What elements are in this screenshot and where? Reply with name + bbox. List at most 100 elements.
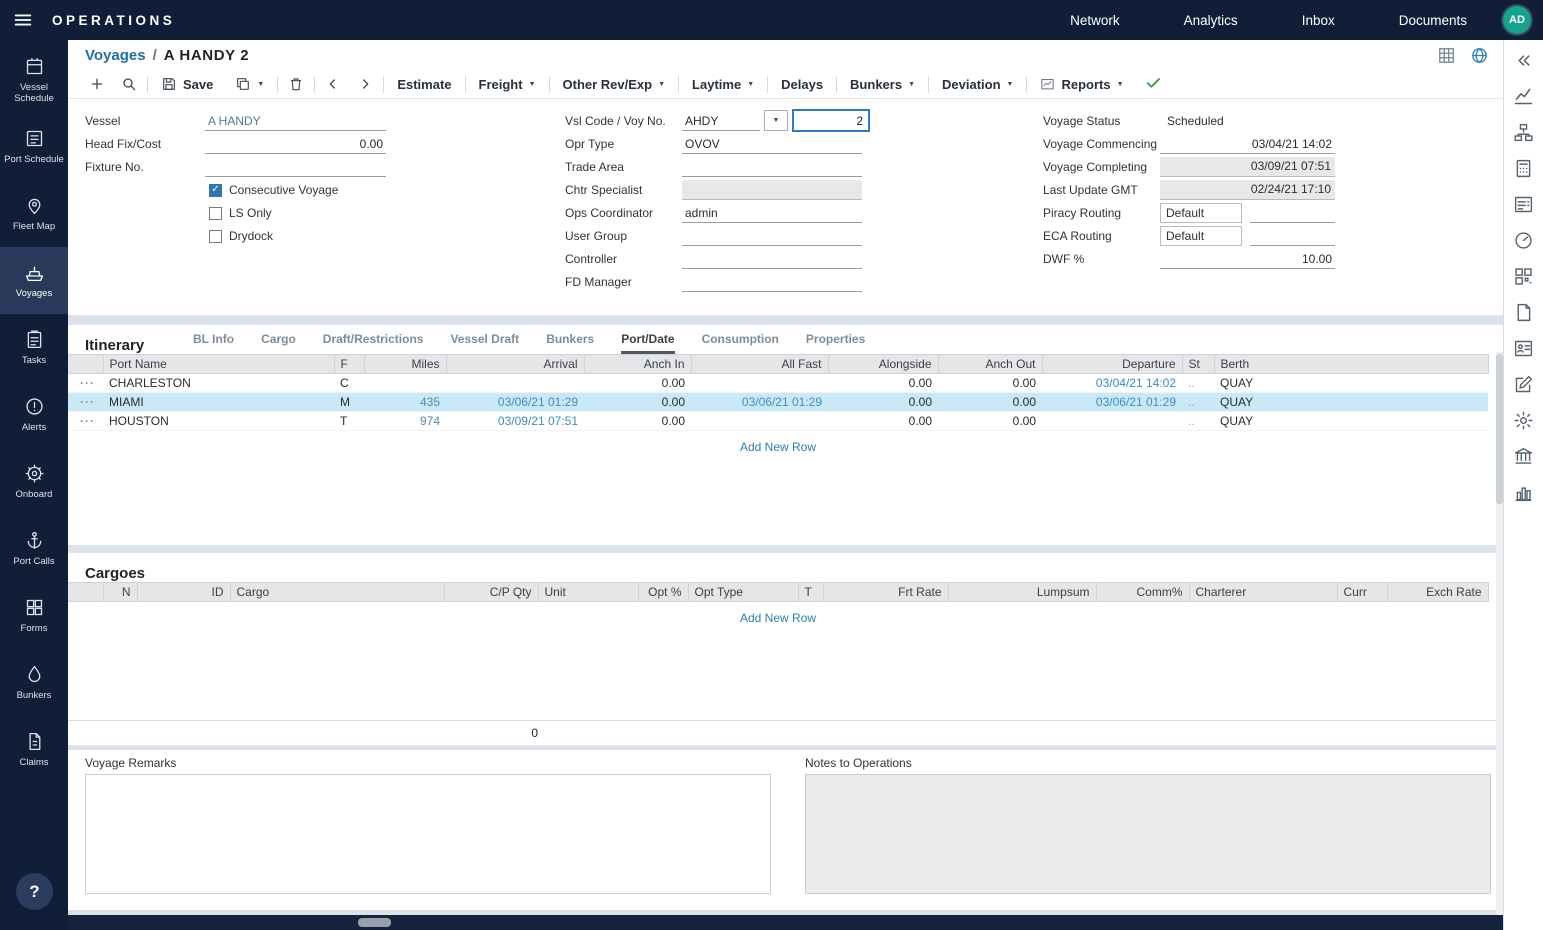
nav-analytics[interactable]: Analytics — [1184, 13, 1238, 28]
cell-berth[interactable]: QUAY — [1214, 374, 1488, 393]
cell-departure[interactable]: 03/04/21 14:02 — [1042, 374, 1182, 393]
bar-chart-icon[interactable] — [1513, 482, 1534, 503]
fixture-no-input[interactable] — [205, 157, 386, 177]
cell-anch-out[interactable]: 0.00 — [938, 374, 1042, 393]
cell-alongside[interactable]: 0.00 — [828, 412, 938, 431]
collapse-panel-icon[interactable] — [1513, 50, 1534, 71]
cell-port[interactable]: MIAMI — [103, 393, 334, 412]
contact-card-icon[interactable] — [1513, 338, 1534, 359]
sidebar-item-claims[interactable]: Claims — [0, 716, 68, 783]
piracy-routing-extra-input[interactable] — [1250, 203, 1335, 223]
globe-icon[interactable] — [1470, 46, 1489, 65]
voyage-no-input[interactable] — [792, 109, 870, 132]
tab-bunkers[interactable]: Bunkers — [546, 332, 594, 354]
cell-anch-out[interactable]: 0.00 — [938, 393, 1042, 412]
nav-network[interactable]: Network — [1070, 13, 1120, 28]
vessel-dropdown-button[interactable]: ▼ — [764, 110, 788, 131]
tab-properties[interactable]: Properties — [806, 332, 865, 354]
opr-type-input[interactable] — [682, 134, 862, 154]
hierarchy-icon[interactable] — [1513, 122, 1534, 143]
cell-arrival[interactable]: 03/09/21 07:51 — [446, 412, 584, 431]
cell-departure[interactable]: 03/06/21 01:29 — [1042, 393, 1182, 412]
voyage-remarks-textarea[interactable] — [85, 774, 771, 894]
bunkers-button[interactable]: Bunkers▼ — [839, 77, 926, 92]
voyage-status-value[interactable]: Scheduled — [1167, 111, 1224, 131]
breadcrumb-voyages[interactable]: Voyages — [85, 47, 146, 64]
tab-cargo[interactable]: Cargo — [261, 332, 296, 354]
sidebar-item-vessel-schedule[interactable]: Vessel Schedule — [0, 46, 68, 113]
cell-departure[interactable] — [1042, 412, 1182, 431]
bank-icon[interactable] — [1513, 446, 1534, 467]
eca-routing-value[interactable]: Default — [1160, 226, 1242, 246]
sidebar-item-forms[interactable]: Forms — [0, 582, 68, 649]
deviation-button[interactable]: Deviation▼ — [931, 77, 1024, 92]
cell-port[interactable]: HOUSTON — [103, 412, 334, 431]
sidebar-item-port-calls[interactable]: Port Calls — [0, 515, 68, 582]
form-list-icon[interactable] — [1513, 194, 1534, 215]
save-button[interactable]: Save — [150, 76, 224, 92]
freight-button[interactable]: Freight▼ — [468, 77, 547, 92]
cell-arrival[interactable] — [446, 374, 584, 393]
sidebar-item-onboard[interactable]: Onboard — [0, 448, 68, 515]
cell-alongside[interactable]: 0.00 — [828, 393, 938, 412]
cell-anch-out[interactable]: 0.00 — [938, 412, 1042, 431]
cell-st[interactable]: .. — [1182, 412, 1214, 431]
next-icon[interactable] — [349, 76, 381, 92]
nav-inbox[interactable]: Inbox — [1302, 13, 1335, 28]
tab-vessel-draft[interactable]: Vessel Draft — [450, 332, 519, 354]
user-group-input[interactable] — [682, 226, 862, 246]
calculator-icon[interactable] — [1513, 158, 1534, 179]
delays-button[interactable]: Delays — [770, 77, 834, 92]
notes-to-operations-textarea[interactable] — [805, 774, 1491, 894]
fd-manager-input[interactable] — [682, 272, 862, 292]
previous-icon[interactable] — [317, 76, 349, 92]
cell-berth[interactable]: QUAY — [1214, 412, 1488, 431]
cell-st[interactable]: .. — [1182, 393, 1214, 412]
itinerary-row[interactable]: ··· CHARLESTON C 0.00 0.00 0.00 03/04/21… — [68, 374, 1488, 393]
cell-st[interactable]: .. — [1182, 374, 1214, 393]
tab-bl-info[interactable]: BL Info — [193, 332, 234, 354]
piracy-routing-value[interactable]: Default — [1160, 203, 1242, 223]
cell-port[interactable]: CHARLESTON — [103, 374, 334, 393]
sidebar-item-tasks[interactable]: Tasks — [0, 314, 68, 381]
cell-f[interactable]: T — [334, 412, 364, 431]
cargoes-add-new-row-link[interactable]: Add New Row — [68, 611, 1488, 625]
cell-miles[interactable] — [364, 374, 446, 393]
reports-button[interactable]: Reports▼ — [1029, 77, 1134, 92]
tab-port-date[interactable]: Port/Date — [621, 332, 674, 354]
row-handle-icon[interactable]: ··· — [68, 393, 103, 412]
tab-consumption[interactable]: Consumption — [702, 332, 779, 354]
add-icon[interactable] — [81, 76, 113, 92]
sidebar-item-bunkers[interactable]: Bunkers — [0, 649, 68, 716]
cell-anch-in[interactable]: 0.00 — [584, 374, 691, 393]
menu-icon[interactable] — [0, 9, 46, 31]
cell-all-fast[interactable] — [691, 412, 828, 431]
cell-arrival[interactable]: 03/06/21 01:29 — [446, 393, 584, 412]
cell-all-fast[interactable]: 03/06/21 01:29 — [691, 393, 828, 412]
cell-f[interactable]: M — [334, 393, 364, 412]
ops-coordinator-input[interactable] — [682, 203, 862, 223]
laytime-button[interactable]: Laytime▼ — [681, 77, 765, 92]
gear-icon[interactable] — [1513, 410, 1534, 431]
row-handle-icon[interactable]: ··· — [68, 412, 103, 431]
sidebar-item-voyages[interactable]: Voyages — [0, 247, 68, 314]
cell-anch-in[interactable]: 0.00 — [584, 412, 691, 431]
document-icon[interactable] — [1513, 302, 1534, 323]
delete-icon[interactable] — [280, 76, 312, 92]
drydock-checkbox[interactable]: Drydock — [209, 229, 273, 243]
itinerary-row[interactable]: ··· MIAMI M 435 03/06/21 01:29 0.00 03/0… — [68, 393, 1488, 412]
tab-draft-restrictions[interactable]: Draft/Restrictions — [323, 332, 424, 354]
vertical-scrollbar-thumb[interactable] — [1496, 354, 1503, 504]
row-handle-icon[interactable]: ··· — [68, 374, 103, 393]
cell-alongside[interactable]: 0.00 — [828, 374, 938, 393]
qr-code-icon[interactable] — [1513, 266, 1534, 287]
avatar[interactable]: AD — [1503, 6, 1531, 34]
voyage-commencing-input[interactable] — [1160, 134, 1335, 154]
cell-anch-in[interactable]: 0.00 — [584, 393, 691, 412]
gauge-icon[interactable] — [1513, 230, 1534, 251]
itinerary-row[interactable]: ··· HOUSTON T 974 03/09/21 07:51 0.00 0.… — [68, 412, 1488, 431]
cell-miles[interactable]: 974 — [364, 412, 446, 431]
vessel-input[interactable] — [205, 111, 386, 131]
grid-view-icon[interactable] — [1437, 46, 1456, 65]
validation-check-icon[interactable] — [1135, 74, 1172, 94]
